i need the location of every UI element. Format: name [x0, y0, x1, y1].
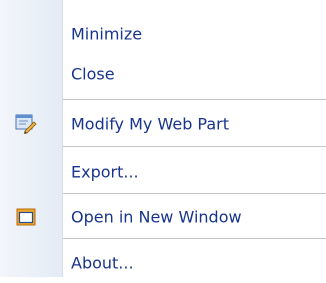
- menu-item-about[interactable]: About...: [0, 243, 326, 283]
- menu-item-label: Close: [71, 64, 115, 84]
- menu-item-label: About...: [71, 253, 134, 273]
- menu-item-minimize[interactable]: Minimize: [0, 14, 326, 54]
- menu-separator: [63, 99, 326, 100]
- menu-item-label: Minimize: [71, 24, 143, 44]
- web-part-context-menu: Minimize Close Modify My Web Part Export…: [0, 0, 326, 277]
- menu-item-open-in-new-window[interactable]: Open in New Window: [0, 197, 326, 237]
- menu-separator: [63, 193, 326, 194]
- menu-item-close[interactable]: Close: [0, 54, 326, 94]
- menu-item-modify-my-web-part[interactable]: Modify My Web Part: [0, 104, 326, 144]
- new-window-icon: [15, 207, 37, 227]
- menu-item-export[interactable]: Export...: [0, 152, 326, 192]
- menu-separator: [63, 238, 326, 239]
- menu-item-label: Open in New Window: [71, 207, 242, 227]
- menu-separator: [63, 146, 326, 147]
- menu-item-label: Export...: [71, 162, 139, 182]
- edit-web-part-icon: [15, 114, 37, 135]
- menu-item-label: Modify My Web Part: [71, 114, 230, 134]
